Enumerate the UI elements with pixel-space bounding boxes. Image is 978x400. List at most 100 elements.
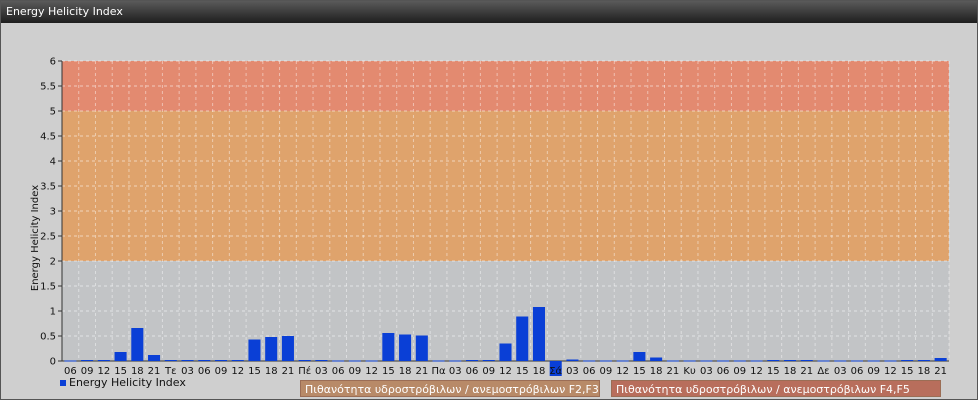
bar [432, 360, 445, 362]
bar [97, 360, 110, 361]
bar [616, 360, 629, 362]
bar [114, 352, 127, 361]
x-tick-label: 03 [449, 366, 462, 377]
y-tick-label: 5 [50, 107, 56, 118]
x-tick-label: 09 [600, 366, 613, 377]
bar [399, 334, 412, 361]
x-tick-label: 03 [834, 366, 847, 377]
y-tick-label: 0 [50, 357, 56, 368]
y-tick-label: 1.5 [40, 282, 56, 293]
chart-area: 00.511.522.533.544.555.56 06 09 12 15 18 21 Τε… [30, 57, 950, 377]
bar [148, 355, 161, 361]
legend: Energy Helicity Index [60, 376, 186, 390]
bar [348, 360, 361, 362]
bar [315, 360, 328, 361]
bar [583, 360, 596, 362]
bar [750, 360, 763, 362]
x-tick-label: 18 [399, 366, 412, 377]
bar [248, 339, 261, 361]
x-tick-label: 06 [717, 366, 730, 377]
x-tick-label: 21 [934, 366, 947, 377]
bar [934, 358, 947, 361]
bar [64, 360, 77, 362]
bar [834, 360, 847, 362]
bar [599, 360, 612, 362]
bar [683, 360, 696, 362]
bar [650, 357, 663, 361]
bar [382, 333, 395, 361]
bar [850, 360, 863, 362]
bar [800, 360, 813, 361]
bar [901, 360, 914, 361]
bar [164, 360, 177, 361]
bar [783, 360, 797, 361]
x-tick-label: 21 [415, 366, 428, 377]
x-tick-label: 18 [533, 366, 546, 377]
bar [666, 360, 679, 362]
bar [717, 360, 730, 362]
bar [817, 360, 830, 362]
bar [131, 328, 144, 361]
legend-swatch [60, 380, 66, 386]
bar [499, 343, 512, 361]
x-tick-label: 06 [466, 366, 479, 377]
x-tick-label: Κυ [683, 366, 696, 377]
bar [198, 360, 211, 361]
x-tick-label: Πέ [298, 365, 311, 377]
x-tick-label: 09 [482, 366, 495, 377]
bar [516, 316, 529, 361]
x-tick-label: 06 [332, 366, 345, 377]
y-tick-label: 6 [50, 57, 56, 68]
x-tick-label: 09 [867, 366, 880, 377]
x-tick-label: 06 [851, 366, 864, 377]
x-tick-label: 15 [901, 366, 914, 377]
x-tick-label: 15 [767, 366, 780, 377]
x-tick-label: 09 [733, 366, 746, 377]
bar [917, 360, 930, 361]
y-tick-label: 0.5 [40, 332, 56, 343]
x-tick-label: 06 [583, 366, 596, 377]
x-tick-label: 12 [499, 366, 512, 377]
y-tick-label: 2 [50, 257, 56, 268]
bar [566, 359, 579, 361]
x-tick-label: 15 [516, 366, 529, 377]
bar [365, 360, 378, 362]
x-tick-label: 03 [315, 366, 328, 377]
bar [482, 360, 495, 361]
x-tick-label: 12 [616, 366, 629, 377]
y-tick-label: 1 [50, 307, 56, 318]
x-tick-label: Πα [431, 366, 446, 377]
bar [181, 360, 194, 361]
bar [214, 360, 228, 361]
bar [867, 360, 880, 362]
bar [767, 360, 780, 361]
bar [700, 360, 713, 362]
bar [81, 360, 94, 361]
y-axis-label: Energy Helicity Index [30, 185, 41, 291]
bar [733, 360, 746, 362]
y-tick-label: 3.5 [40, 182, 56, 193]
legend-series-label: Energy Helicity Index [69, 376, 186, 389]
bar [466, 360, 479, 361]
x-tick-label: 15 [248, 366, 261, 377]
y-tick-label: 2.5 [40, 232, 56, 243]
bar [633, 352, 646, 361]
y-tick-label: 5.5 [40, 82, 56, 93]
legend-band-f4f5: Πιθανότητα υδροστρόβιλων / ανεμοστρόβιλω… [611, 380, 941, 397]
x-tick-label: 12 [365, 366, 378, 377]
x-tick-label: 15 [633, 366, 646, 377]
x-tick-label: 09 [349, 366, 362, 377]
x-tick-label: 18 [650, 366, 663, 377]
x-tick-label: 18 [918, 366, 931, 377]
bar [265, 337, 278, 361]
x-tick-label: 21 [666, 366, 679, 377]
y-tick-label: 4.5 [40, 132, 56, 143]
bar [884, 360, 897, 362]
x-tick-label: 12 [231, 366, 244, 377]
bar [281, 336, 294, 361]
x-tick-label: Δε [817, 366, 829, 377]
bar [298, 360, 311, 361]
bar [332, 360, 345, 362]
x-tick-label: Σά [549, 365, 562, 377]
x-tick-label: 03 [700, 366, 713, 377]
